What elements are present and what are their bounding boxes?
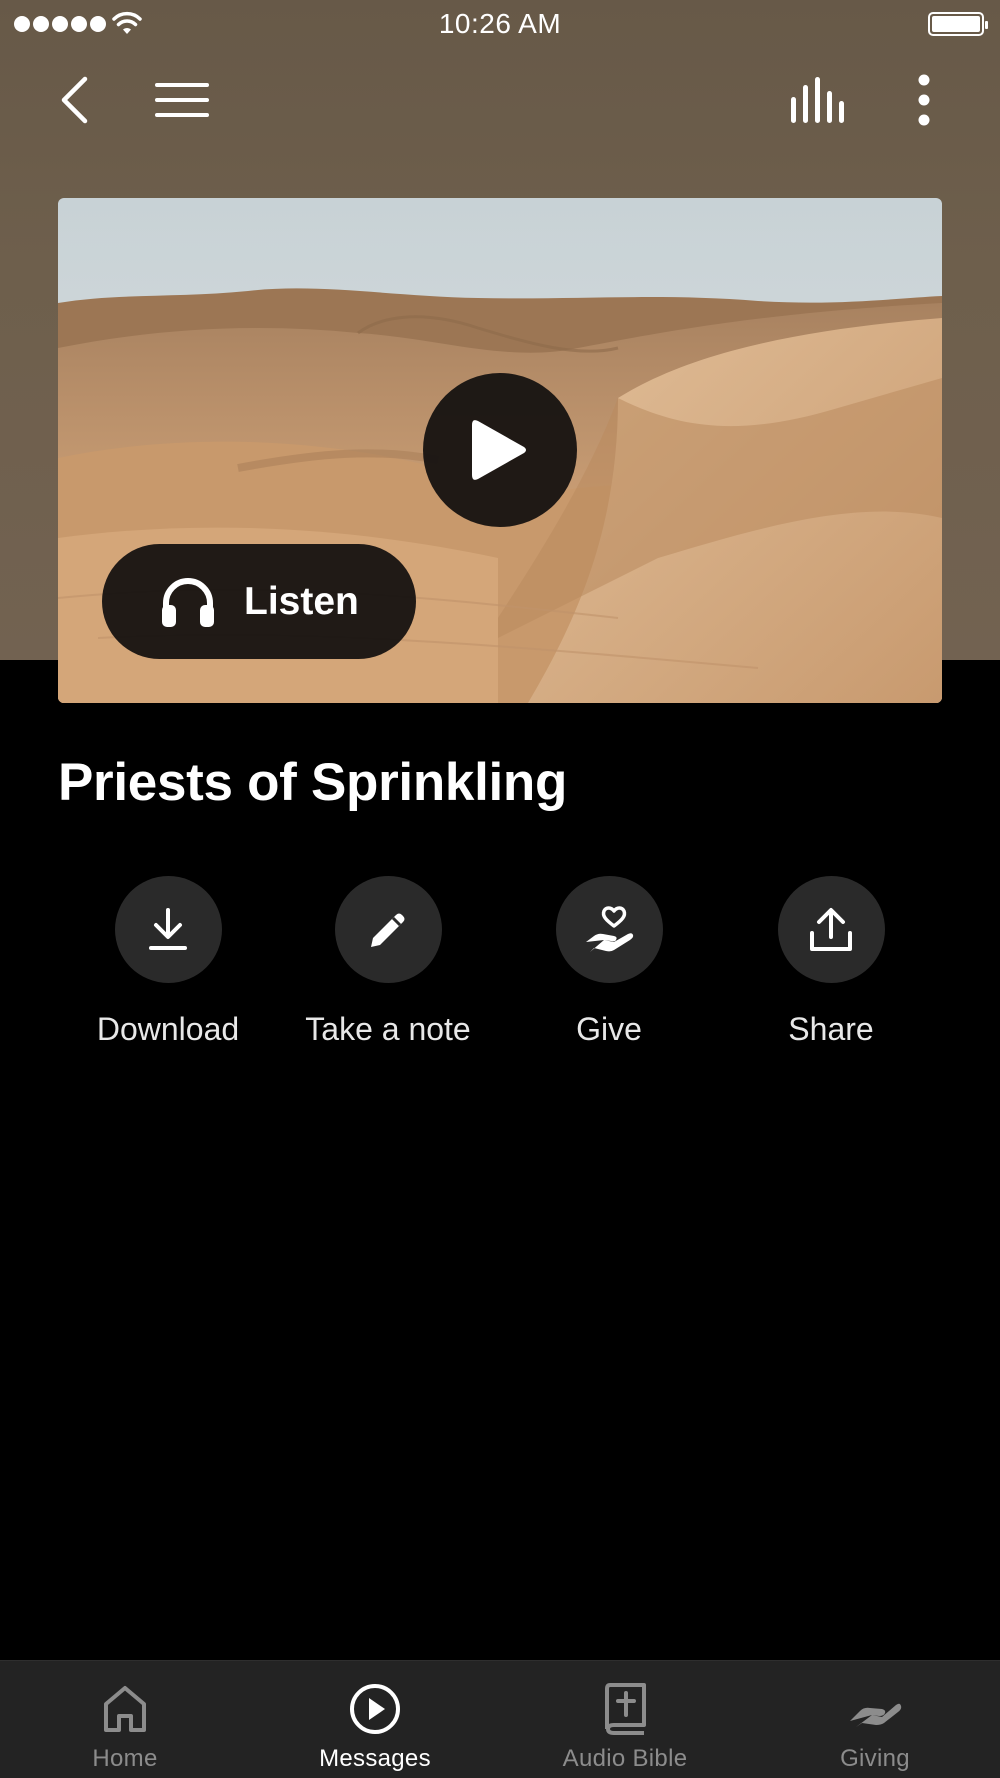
headphones-icon <box>162 577 214 627</box>
hamburger-menu-icon <box>155 83 209 117</box>
play-button[interactable] <box>423 373 577 527</box>
share-button[interactable]: Share <box>721 876 941 1048</box>
heart-hand-icon <box>586 905 634 952</box>
give-label: Give <box>576 1011 642 1047</box>
take-note-button[interactable]: Take a note <box>278 876 498 1048</box>
listen-label: Listen <box>244 579 359 623</box>
download-label: Download <box>96 1011 240 1047</box>
more-vertical-icon <box>918 74 930 126</box>
more-options-button[interactable] <box>894 70 954 130</box>
play-circle-icon <box>350 1684 400 1734</box>
status-bar: 10:26 AM <box>0 0 1000 50</box>
take-note-circle <box>334 876 442 983</box>
share-upload-icon <box>810 907 852 951</box>
tab-giving[interactable]: Giving <box>750 1661 1000 1778</box>
chevron-left-icon <box>61 76 88 124</box>
status-time: 10:26 AM <box>438 8 562 39</box>
tab-messages[interactable]: Messages <box>250 1661 500 1778</box>
menu-button[interactable] <box>152 70 212 130</box>
battery-icon <box>928 12 988 36</box>
pencil-icon <box>371 913 405 947</box>
hero-image: Listen <box>58 198 942 703</box>
give-circle <box>555 876 663 983</box>
download-circle <box>114 876 222 983</box>
tab-giving-label: Giving <box>840 1745 910 1772</box>
audio-bars-icon <box>791 77 844 123</box>
tab-home-label: Home <box>92 1745 158 1772</box>
bottom-tab-bar: Home Messages Audio Bible Giving <box>0 1660 1000 1778</box>
listen-button[interactable]: Listen <box>102 544 416 659</box>
download-icon <box>149 907 187 950</box>
give-button[interactable]: Give <box>499 876 719 1048</box>
tab-audio-bible-label: Audio Bible <box>562 1745 688 1772</box>
giving-hand-icon <box>850 1703 902 1727</box>
message-title: Priests of Sprinkling <box>58 753 568 812</box>
audio-levels-button[interactable] <box>788 70 848 130</box>
share-label: Share <box>788 1011 874 1047</box>
tab-audio-bible[interactable]: Audio Bible <box>500 1661 750 1778</box>
home-icon <box>104 1686 146 1732</box>
take-note-label: Take a note <box>305 1011 471 1047</box>
bible-icon <box>605 1683 646 1735</box>
download-button[interactable]: Download <box>58 876 278 1048</box>
tab-home[interactable]: Home <box>0 1661 250 1778</box>
back-button[interactable] <box>44 70 104 130</box>
share-circle <box>777 876 885 983</box>
play-icon <box>472 420 526 480</box>
tab-messages-label: Messages <box>319 1745 431 1772</box>
